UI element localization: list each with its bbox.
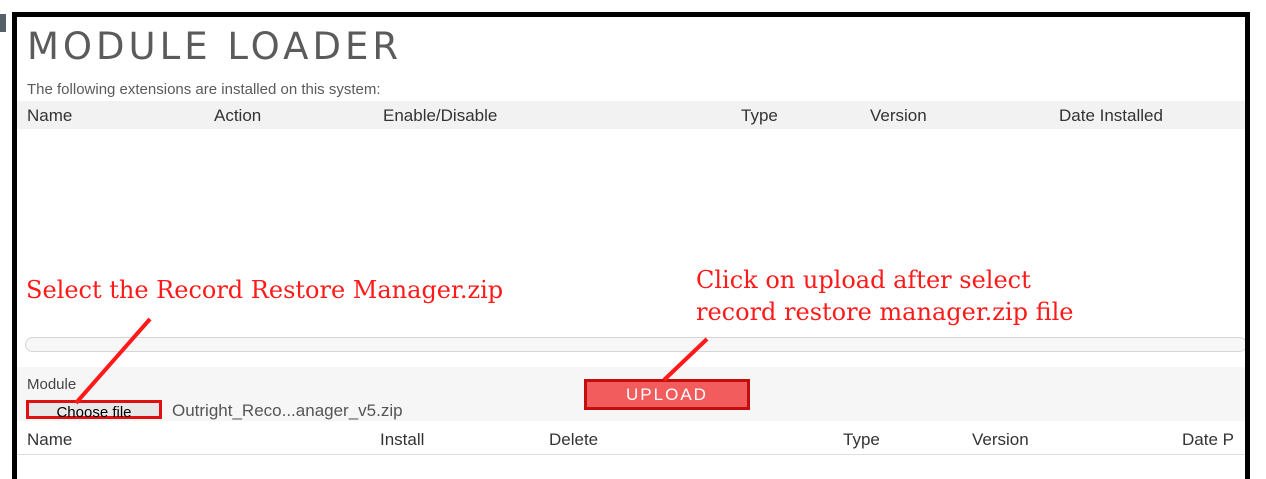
click-upload-annotation-line-1: Click on upload after select [696, 266, 1031, 294]
installed-table-header: Name Action Enable/Disable Type Version … [17, 101, 1245, 129]
installed-column-name[interactable]: Name [27, 106, 72, 126]
selected-file-name: Outright_Reco...anager_v5.zip [172, 401, 403, 420]
click-upload-annotation-line-2: record restore manager.zip file [696, 298, 1074, 326]
annotation-frame-left [12, 12, 17, 479]
installed-column-type[interactable]: Type [741, 106, 778, 126]
installed-column-version[interactable]: Version [870, 106, 927, 126]
packages-column-version[interactable]: Version [972, 430, 1029, 450]
packages-column-type[interactable]: Type [843, 430, 880, 450]
window-corner-marker [0, 14, 6, 32]
screenshot-page: MODULE LOADER The following extensions a… [0, 0, 1266, 479]
horizontal-scrollbar[interactable] [25, 337, 1245, 352]
select-zip-annotation: Select the Record Restore Manager.zip [26, 276, 504, 304]
packages-table-header: Name Install Delete Type Version Date P [17, 424, 1245, 455]
packages-column-name[interactable]: Name [27, 430, 72, 450]
upload-button[interactable]: UPLOAD [584, 379, 750, 410]
packages-column-install[interactable]: Install [380, 430, 424, 450]
installed-column-date-installed[interactable]: Date Installed [1059, 106, 1163, 126]
page-title: MODULE LOADER [27, 25, 403, 68]
module-loader-panel: MODULE LOADER The following extensions a… [17, 17, 1245, 479]
packages-column-date[interactable]: Date P [1182, 430, 1234, 450]
annotation-frame-right [1245, 12, 1250, 479]
packages-column-delete[interactable]: Delete [549, 430, 598, 450]
installed-extensions-intro: The following extensions are installed o… [27, 81, 381, 98]
installed-column-action[interactable]: Action [214, 106, 261, 126]
annotation-frame-top [12, 12, 1250, 17]
installed-column-enable-disable[interactable]: Enable/Disable [383, 106, 497, 126]
module-label: Module [27, 376, 77, 393]
choose-file-button[interactable]: Choose file [26, 400, 162, 421]
